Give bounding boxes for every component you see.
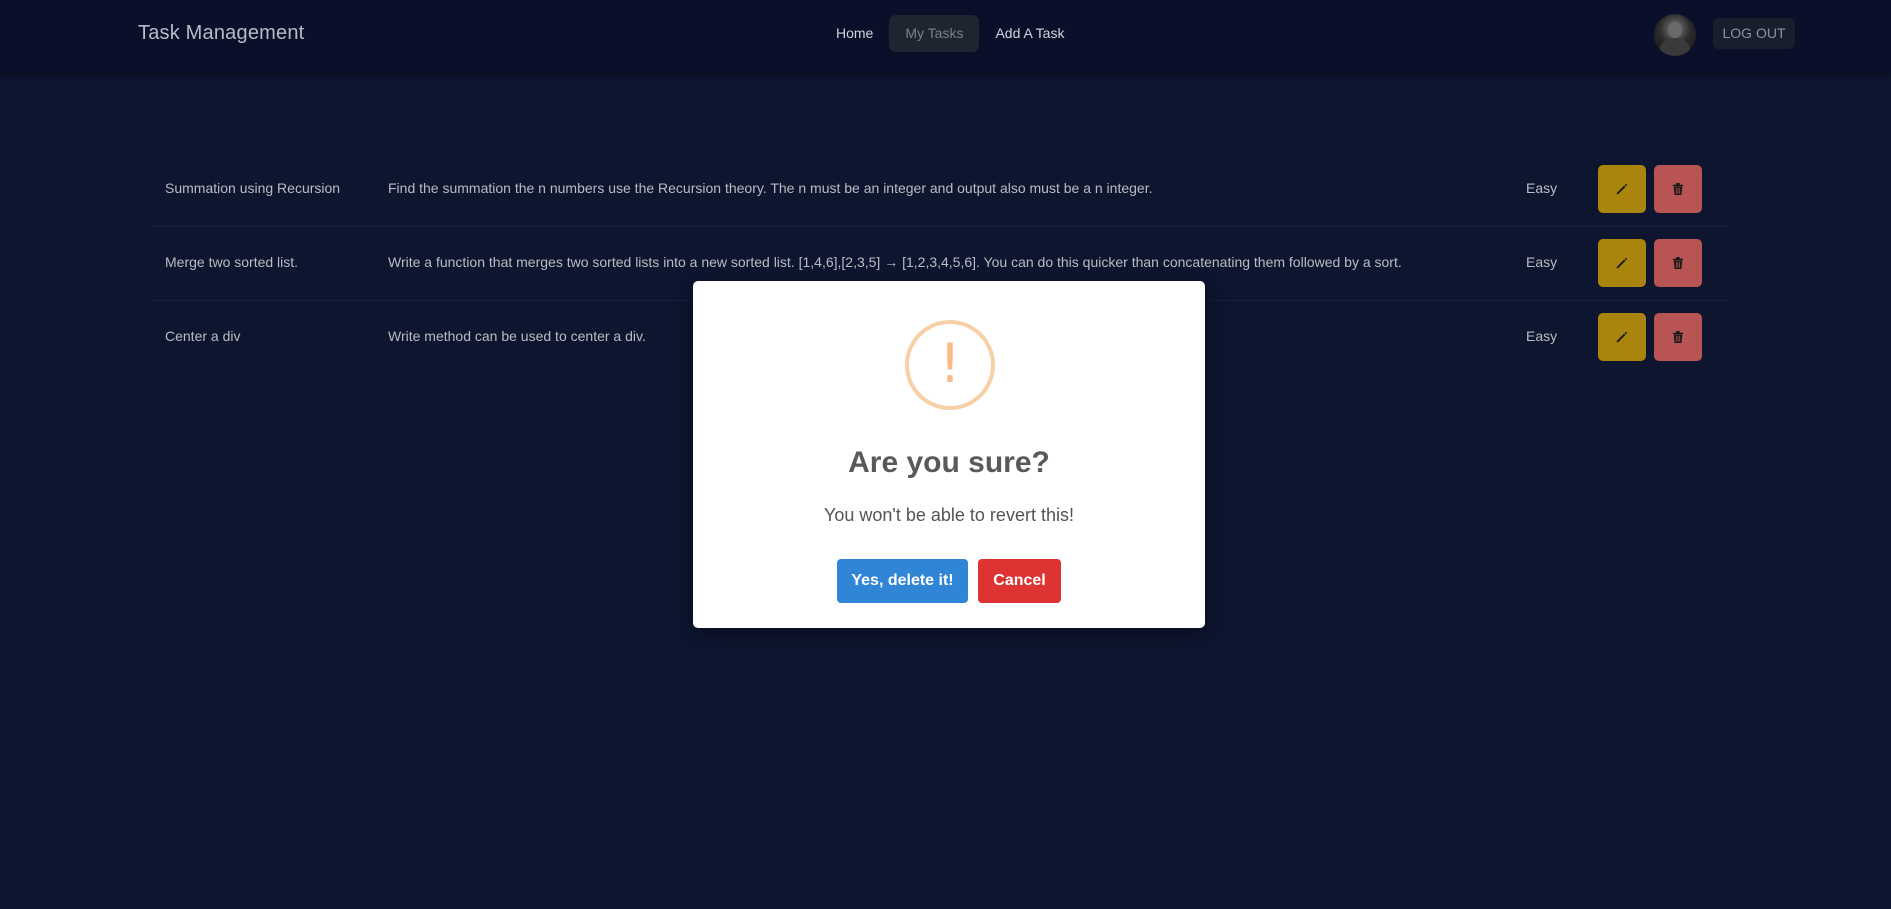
cancel-button[interactable]: Cancel: [978, 559, 1061, 603]
warning-glyph: !: [939, 332, 961, 395]
nav-link-home[interactable]: Home: [820, 15, 889, 52]
logout-button[interactable]: LOG OUT: [1713, 18, 1795, 49]
avatar-body: [1660, 38, 1690, 56]
avatar-head: [1668, 22, 1682, 38]
confirm-delete-button[interactable]: Yes, delete it!: [837, 559, 968, 603]
confirm-dialog: ! Are you sure? You won't be able to rev…: [693, 281, 1205, 628]
warning-icon: !: [905, 320, 995, 410]
nav-links: Home My Tasks Add A Task: [820, 15, 1080, 52]
brand-title[interactable]: Task Management: [138, 22, 304, 45]
avatar[interactable]: [1654, 14, 1696, 56]
navbar: Task Management Home My Tasks Add A Task…: [0, 0, 1891, 72]
dialog-message: You won't be able to revert this!: [824, 505, 1074, 525]
nav-link-add-task[interactable]: Add A Task: [979, 15, 1080, 52]
nav-link-my-tasks[interactable]: My Tasks: [889, 15, 980, 52]
dialog-title: Are you sure?: [848, 446, 1050, 479]
